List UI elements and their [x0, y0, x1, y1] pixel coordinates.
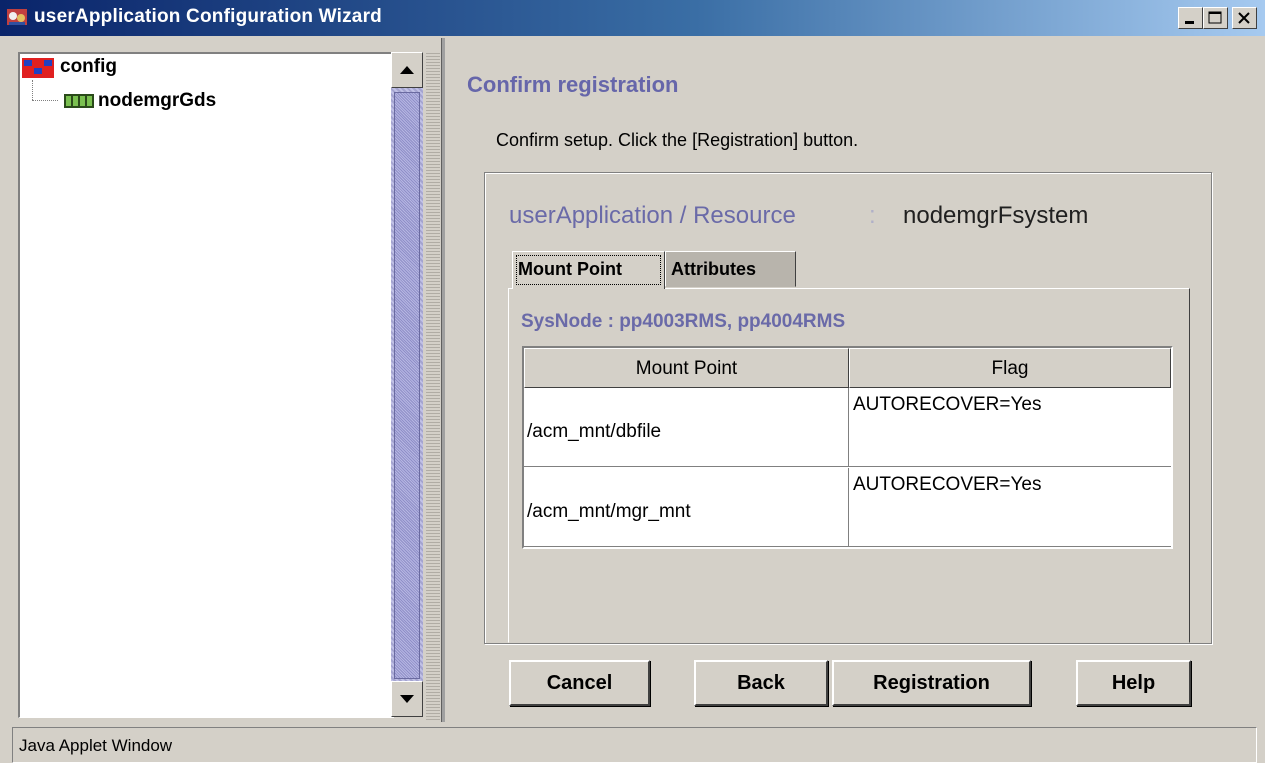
- status-text: Java Applet Window: [19, 736, 173, 755]
- column-header-flag[interactable]: Flag: [849, 348, 1171, 388]
- resource-value: nodemgrFsystem: [903, 202, 1089, 229]
- sysnode-label: SysNode : pp4003RMS, pp4004RMS: [521, 311, 846, 332]
- table-row[interactable]: /acm_mnt/dbfile AUTORECOVER=Yes: [524, 388, 1171, 467]
- cancel-button[interactable]: Cancel: [509, 660, 650, 706]
- config-icon: [22, 58, 54, 78]
- mount-point-cell[interactable]: /acm_mnt/mgr_mnt: [524, 468, 849, 547]
- tree-connector: [32, 80, 33, 100]
- tree-panel: config nodemgrGds: [18, 52, 394, 718]
- flag-cell[interactable]: AUTORECOVER=Yes: [849, 468, 1171, 547]
- resource-separator: :: [869, 202, 876, 229]
- maximize-button[interactable]: [1203, 7, 1228, 29]
- minimize-icon: [1185, 21, 1194, 24]
- flag-cell[interactable]: AUTORECOVER=Yes: [849, 388, 1171, 467]
- gds-icon: [64, 94, 94, 108]
- panel-divider: [441, 38, 445, 722]
- tree-connector: [32, 100, 58, 101]
- status-bar: Java Applet Window: [12, 727, 1257, 763]
- tab-attributes[interactable]: Attributes: [665, 251, 796, 287]
- tab-mount-point[interactable]: Mount Point: [512, 251, 665, 289]
- page-title: Confirm registration: [467, 72, 679, 97]
- tree-node-label: config: [60, 56, 117, 77]
- mount-point-cell[interactable]: /acm_mnt/dbfile: [524, 388, 849, 467]
- arrow-up-icon: [400, 66, 414, 74]
- table-row[interactable]: /acm_mnt/mgr_mnt AUTORECOVER=Yes: [524, 468, 1171, 547]
- window-title: userApplication Configuration Wizard: [34, 6, 382, 27]
- column-header-mount-point[interactable]: Mount Point: [524, 348, 849, 388]
- maximize-icon: [1208, 11, 1222, 24]
- app-icon: [7, 9, 27, 25]
- scroll-down-button[interactable]: [391, 681, 423, 717]
- split-pane-divider[interactable]: [426, 52, 440, 722]
- close-icon: [1238, 12, 1250, 24]
- arrow-down-icon: [400, 695, 414, 703]
- mount-point-table: Mount Point Flag /acm_mnt/dbfile AUTOREC…: [522, 346, 1173, 549]
- minimize-button[interactable]: [1178, 7, 1203, 29]
- tree-node-label: nodemgrGds: [98, 90, 217, 111]
- scroll-thumb[interactable]: [394, 92, 420, 679]
- instruction-text: Confirm setup. Click the [Registration] …: [496, 130, 859, 150]
- resource-label: userApplication / Resource: [509, 202, 796, 229]
- scroll-up-button[interactable]: [391, 52, 423, 88]
- close-button[interactable]: [1232, 7, 1257, 29]
- registration-button[interactable]: Registration: [832, 660, 1031, 706]
- title-bar: userApplication Configuration Wizard: [0, 0, 1265, 36]
- back-button[interactable]: Back: [694, 660, 828, 706]
- help-button[interactable]: Help: [1076, 660, 1191, 706]
- tree-scrollbar[interactable]: [391, 52, 423, 717]
